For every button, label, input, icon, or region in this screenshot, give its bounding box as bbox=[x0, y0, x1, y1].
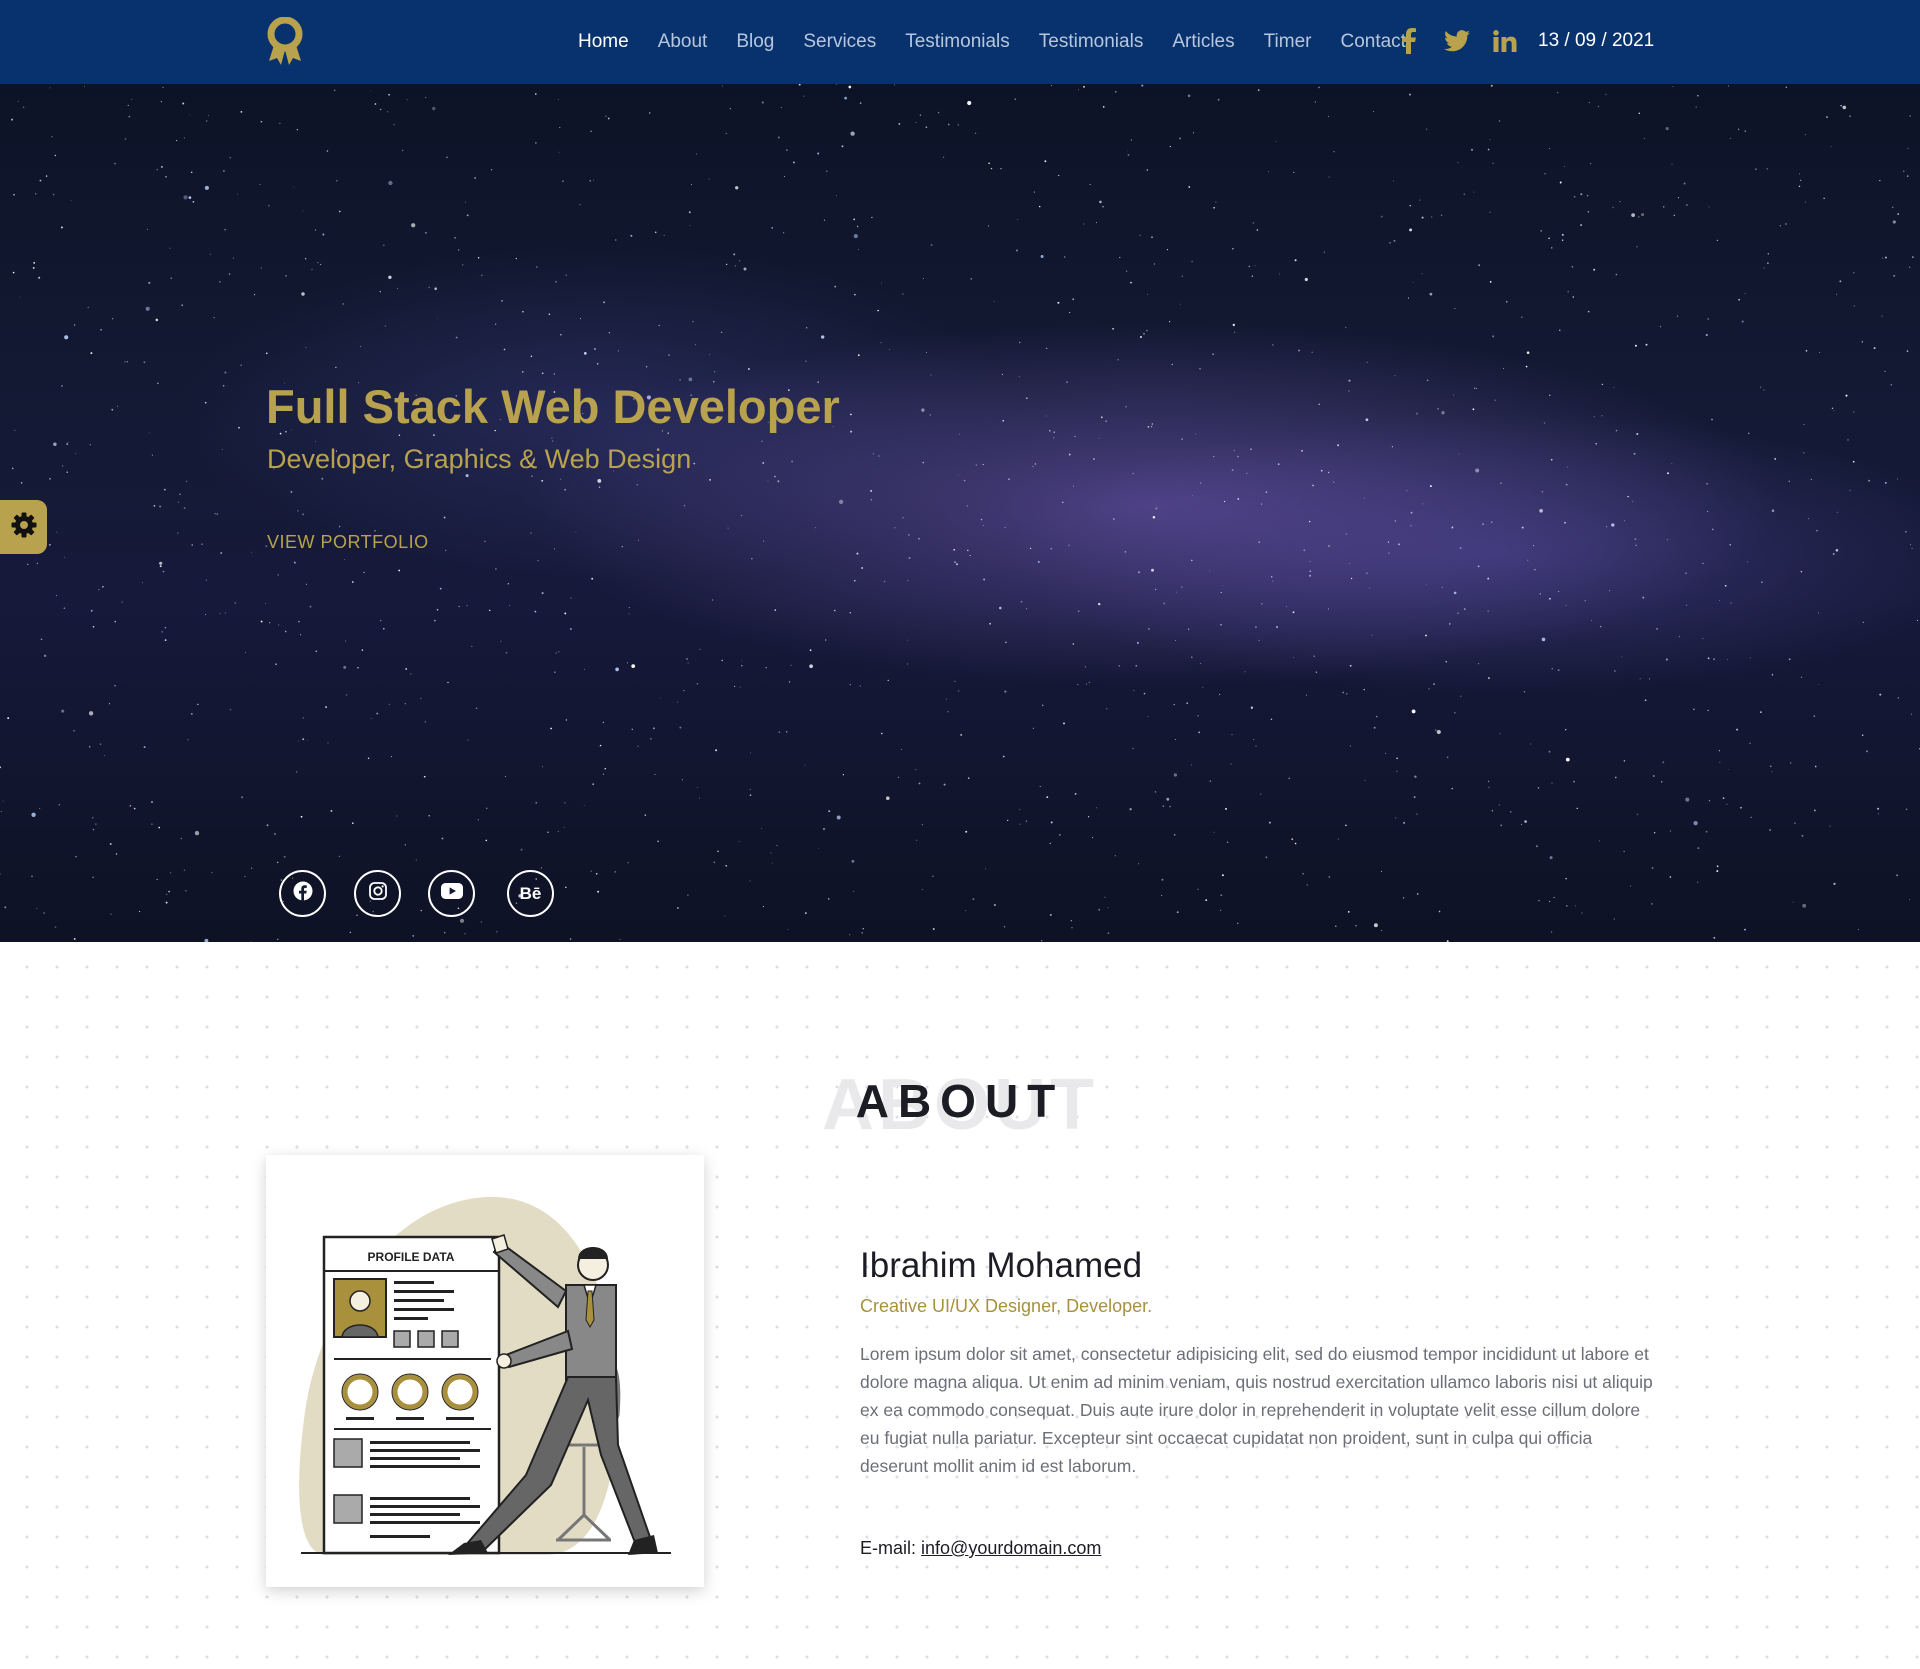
facebook-icon[interactable] bbox=[1394, 26, 1424, 56]
email-line: E-mail: info@yourdomain.com bbox=[860, 1538, 1101, 1559]
profile-illustration-card: PROFILE DATA bbox=[266, 1155, 704, 1587]
hero-behance-button[interactable]: Bē bbox=[507, 870, 554, 917]
profile-name: Ibrahim Mohamed bbox=[860, 1246, 1143, 1285]
twitter-icon[interactable] bbox=[1442, 26, 1472, 56]
about-section: ABOUT ABOUT PROFILE DATA Ibrahim Mohamed… bbox=[0, 942, 1920, 1669]
profile-data-label: PROFILE DATA bbox=[368, 1250, 455, 1264]
current-date: 13 / 09 / 2021 bbox=[1538, 30, 1655, 51]
email-link[interactable]: info@yourdomain.com bbox=[921, 1538, 1101, 1558]
about-description: Lorem ipsum dolor sit amet, consectetur … bbox=[860, 1344, 1653, 1476]
navbar: Home About Blog Services Testimonials Te… bbox=[0, 0, 1920, 84]
nav-testimonials[interactable]: Testimonials bbox=[905, 31, 1010, 53]
nav-services[interactable]: Services bbox=[803, 31, 876, 53]
view-portfolio-link[interactable]: VIEW PORTFOLIO bbox=[267, 532, 429, 553]
youtube-icon bbox=[440, 883, 463, 904]
nav-blog[interactable]: Blog bbox=[736, 31, 774, 53]
hero-instagram-button[interactable] bbox=[354, 870, 401, 917]
gear-icon bbox=[10, 511, 38, 544]
email-label: E-mail: bbox=[860, 1538, 917, 1558]
nav-social-links bbox=[1394, 26, 1538, 56]
nav-timer[interactable]: Timer bbox=[1264, 31, 1312, 53]
profile-data-illustration: PROFILE DATA bbox=[299, 1196, 671, 1555]
nav-testimonials-2[interactable]: Testimonials bbox=[1039, 31, 1144, 53]
starfield-background bbox=[0, 84, 1920, 942]
facebook-icon bbox=[293, 881, 313, 906]
award-logo-icon[interactable] bbox=[265, 16, 305, 67]
hero-subtitle: Developer, Graphics & Web Design bbox=[267, 444, 692, 474]
profile-role: Creative UI/UX Designer, Developer. bbox=[860, 1296, 1153, 1316]
nav-articles[interactable]: Articles bbox=[1172, 31, 1234, 53]
nav-home[interactable]: Home bbox=[578, 31, 629, 53]
hero-title: Full Stack Web Developer bbox=[266, 380, 840, 433]
linkedin-icon[interactable] bbox=[1490, 26, 1520, 56]
nav-about[interactable]: About bbox=[658, 31, 708, 53]
hero-facebook-button[interactable] bbox=[279, 870, 326, 917]
instagram-icon bbox=[368, 882, 387, 905]
settings-toggle-button[interactable] bbox=[0, 500, 47, 554]
about-heading: ABOUT bbox=[855, 1075, 1065, 1127]
hero-youtube-button[interactable] bbox=[428, 870, 475, 917]
behance-icon: Bē bbox=[519, 883, 542, 903]
nav-menu: Home About Blog Services Testimonials Te… bbox=[578, 0, 1435, 84]
hero-section: Full Stack Web Developer Developer, Grap… bbox=[0, 84, 1920, 942]
